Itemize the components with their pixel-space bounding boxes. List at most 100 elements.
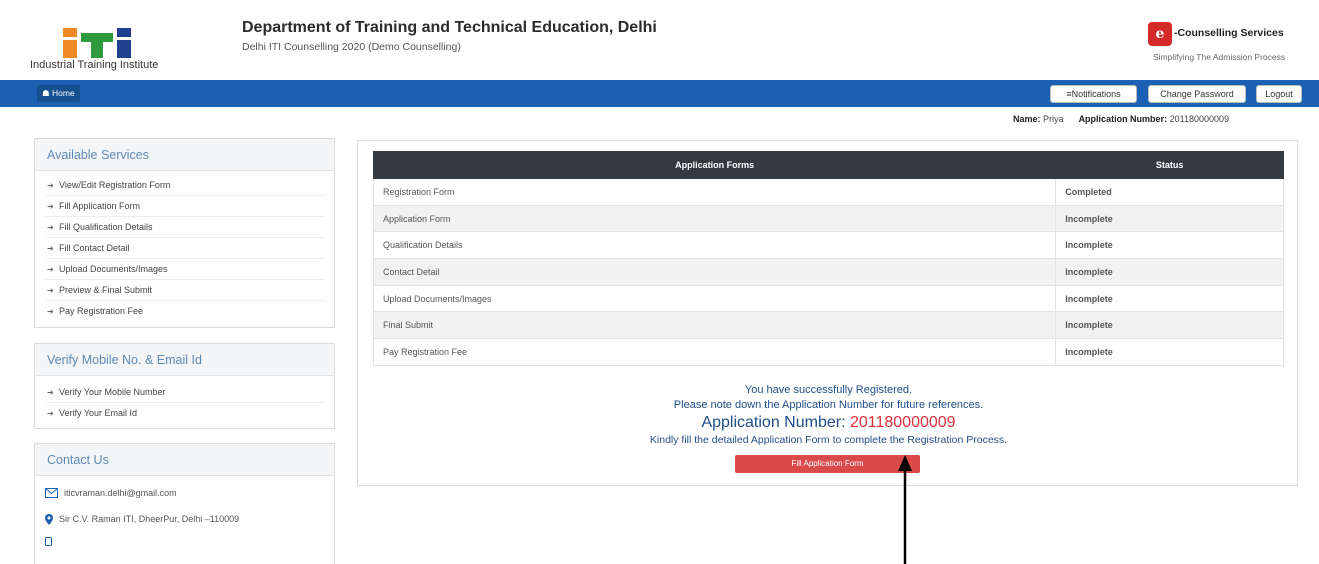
sidebar-item-upload-documents[interactable]: ➜ Upload Documents/Images	[45, 259, 324, 280]
application-number: 201180000009	[1169, 114, 1229, 124]
application-number-display-value: 201180000009	[849, 414, 956, 431]
application-number-display-label: Application Number:	[701, 414, 846, 431]
arrow-right-icon: ➜	[47, 409, 54, 418]
notifications-label: Notifications	[1071, 89, 1121, 99]
contact-email[interactable]: iticvraman.delhi@gmail.com	[64, 488, 177, 498]
logo-caption: Industrial Training Institute	[30, 59, 159, 71]
sidebar-item-label: Fill Qualification Details	[59, 222, 153, 232]
contact-title: Contact Us	[35, 444, 334, 476]
form-name: Contact Detail	[372, 258, 1057, 286]
status-badge: Incomplete	[1055, 231, 1284, 260]
page-header: Industrial Training Institute Department…	[0, 0, 1319, 80]
arrow-right-icon: ➜	[47, 388, 54, 397]
counselling-brand: e -Counselling Services Simplifying The …	[1148, 22, 1313, 68]
user-info: Name: Priya Application Number: 20118000…	[1013, 114, 1229, 124]
contact-address: Sir C.V. Raman ITI, DheerPur, Delhi –110…	[59, 514, 240, 524]
sidebar-item-fill-application[interactable]: ➜ Fill Application Form	[45, 196, 324, 217]
notifications-button[interactable]: ≡Notifications	[1050, 85, 1137, 103]
available-services-panel: Available Services ➜ View/Edit Registrati…	[34, 138, 335, 328]
iti-logo: Industrial Training Institute	[30, 18, 190, 74]
nav-home-link[interactable]: ☗ Home	[37, 85, 80, 102]
sidebar-item-label: Verify Your Email Id	[59, 408, 138, 418]
brand-tagline: Simplifying The Admission Process	[1153, 52, 1286, 62]
table-row: Upload Documents/Images Incomplete	[372, 284, 1284, 313]
table-row: Final Submit Incomplete	[372, 311, 1284, 340]
sidebar-item-fill-qualification[interactable]: ➜ Fill Qualification Details	[45, 217, 324, 238]
sidebar-item-pay-registration-fee[interactable]: ➜ Pay Registration Fee	[45, 301, 324, 322]
name-label: Name:	[1013, 114, 1041, 124]
envelope-icon	[45, 488, 58, 498]
table-row: Application Form Incomplete	[372, 204, 1284, 233]
application-number-label: Application Number:	[1078, 114, 1168, 124]
contact-panel: Contact Us iticvraman.delhi@gmail.com Si…	[34, 443, 335, 564]
sidebar-item-label: View/Edit Registration Form	[59, 180, 171, 190]
logout-button[interactable]: Logout	[1256, 85, 1302, 103]
arrow-right-icon: ➜	[47, 202, 54, 211]
table-row: Contact Detail Incomplete	[372, 258, 1284, 286]
fill-application-form-button[interactable]: Fill Application Form	[735, 455, 920, 473]
form-name: Application Form	[372, 204, 1057, 233]
instruction-message: Kindly fill the detailed Application For…	[649, 434, 1008, 446]
status-badge: Incomplete	[1055, 338, 1284, 366]
form-name: Upload Documents/Images	[372, 284, 1057, 313]
arrow-right-icon: ➜	[47, 286, 54, 295]
arrow-right-icon: ➜	[47, 223, 54, 232]
status-badge: Incomplete	[1055, 311, 1284, 340]
arrow-right-icon: ➜	[47, 307, 54, 316]
user-name: Priya	[1043, 114, 1064, 124]
brand-logo-icon: e	[1148, 22, 1172, 46]
sidebar-item-preview-final-submit[interactable]: ➜ Preview & Final Submit	[45, 280, 324, 301]
table-row: Pay Registration Fee Incomplete	[372, 338, 1284, 366]
sidebar-item-verify-mobile[interactable]: ➜ Verify Your Mobile Number	[45, 382, 324, 403]
note-message: Please note down the Application Number …	[673, 399, 984, 411]
table-row: Registration Form Completed	[372, 178, 1284, 206]
sidebar-item-verify-email[interactable]: ➜ Verify Your Email Id	[45, 403, 324, 424]
top-nav: ☗ Home ≡Notifications Change Password Lo…	[0, 80, 1319, 107]
main-content: Application Forms Status Registration Fo…	[357, 140, 1298, 486]
arrow-right-icon: ➜	[47, 244, 54, 253]
sidebar-item-label: Preview & Final Submit	[59, 285, 153, 295]
application-forms-table: Application Forms Status Registration Fo…	[372, 151, 1284, 366]
arrow-right-icon: ➜	[47, 181, 54, 190]
sidebar-item-label: Verify Your Mobile Number	[59, 387, 166, 397]
sidebar-item-fill-contact[interactable]: ➜ Fill Contact Detail	[45, 238, 324, 259]
status-badge: Incomplete	[1055, 258, 1284, 286]
column-header-forms: Application Forms	[372, 151, 1057, 179]
table-header-row: Application Forms Status	[372, 151, 1284, 179]
sidebar-item-label: Fill Application Form	[59, 201, 141, 211]
available-services-title: Available Services	[35, 139, 334, 171]
arrow-right-icon: ➜	[47, 265, 54, 274]
table-row: Qualification Details Incomplete	[372, 231, 1284, 260]
form-name: Qualification Details	[372, 231, 1057, 260]
form-name: Registration Form	[372, 178, 1057, 206]
application-number-display: Application Number: 201180000009	[358, 414, 1299, 432]
contact-address-line: Sir C.V. Raman ITI, DheerPur, Delhi –110…	[35, 510, 334, 528]
form-name: Pay Registration Fee	[372, 338, 1057, 366]
location-pin-icon	[45, 513, 53, 525]
services-list: ➜ View/Edit Registration Form ➜ Fill Appli…	[35, 171, 334, 322]
verify-list: ➜ Verify Your Mobile Number ➜ Verify Your …	[35, 376, 334, 424]
status-badge: Completed	[1055, 178, 1284, 206]
brand-name: -Counselling Services	[1174, 27, 1284, 39]
success-message: You have successfully Registered.	[744, 384, 913, 396]
sidebar-item-label: Upload Documents/Images	[59, 264, 168, 274]
contact-email-line: iticvraman.delhi@gmail.com	[35, 484, 334, 502]
nav-home-label: Home	[52, 88, 75, 98]
status-badge: Incomplete	[1055, 284, 1284, 313]
page-subtitle: Delhi ITI Counselling 2020 (Demo Counsel…	[242, 41, 461, 53]
column-header-status: Status	[1055, 151, 1284, 179]
page-title: Department of Training and Technical Edu…	[242, 19, 657, 36]
verify-panel: Verify Mobile No. & Email Id ➜ Verify You…	[34, 343, 335, 429]
sidebar-item-label: Pay Registration Fee	[59, 306, 144, 316]
contact-phone-line	[35, 533, 334, 549]
iti-logo-mark	[63, 28, 131, 58]
change-password-button[interactable]: Change Password	[1148, 85, 1246, 103]
sidebar-item-label: Fill Contact Detail	[59, 243, 130, 253]
verify-title: Verify Mobile No. & Email Id	[35, 344, 334, 376]
phone-icon	[45, 536, 52, 546]
home-icon: ☗	[42, 88, 50, 98]
form-name: Final Submit	[372, 311, 1057, 340]
sidebar-item-view-edit-registration[interactable]: ➜ View/Edit Registration Form	[45, 175, 324, 196]
status-badge: Incomplete	[1055, 204, 1284, 233]
pointer-arrow-annotation	[898, 455, 912, 564]
